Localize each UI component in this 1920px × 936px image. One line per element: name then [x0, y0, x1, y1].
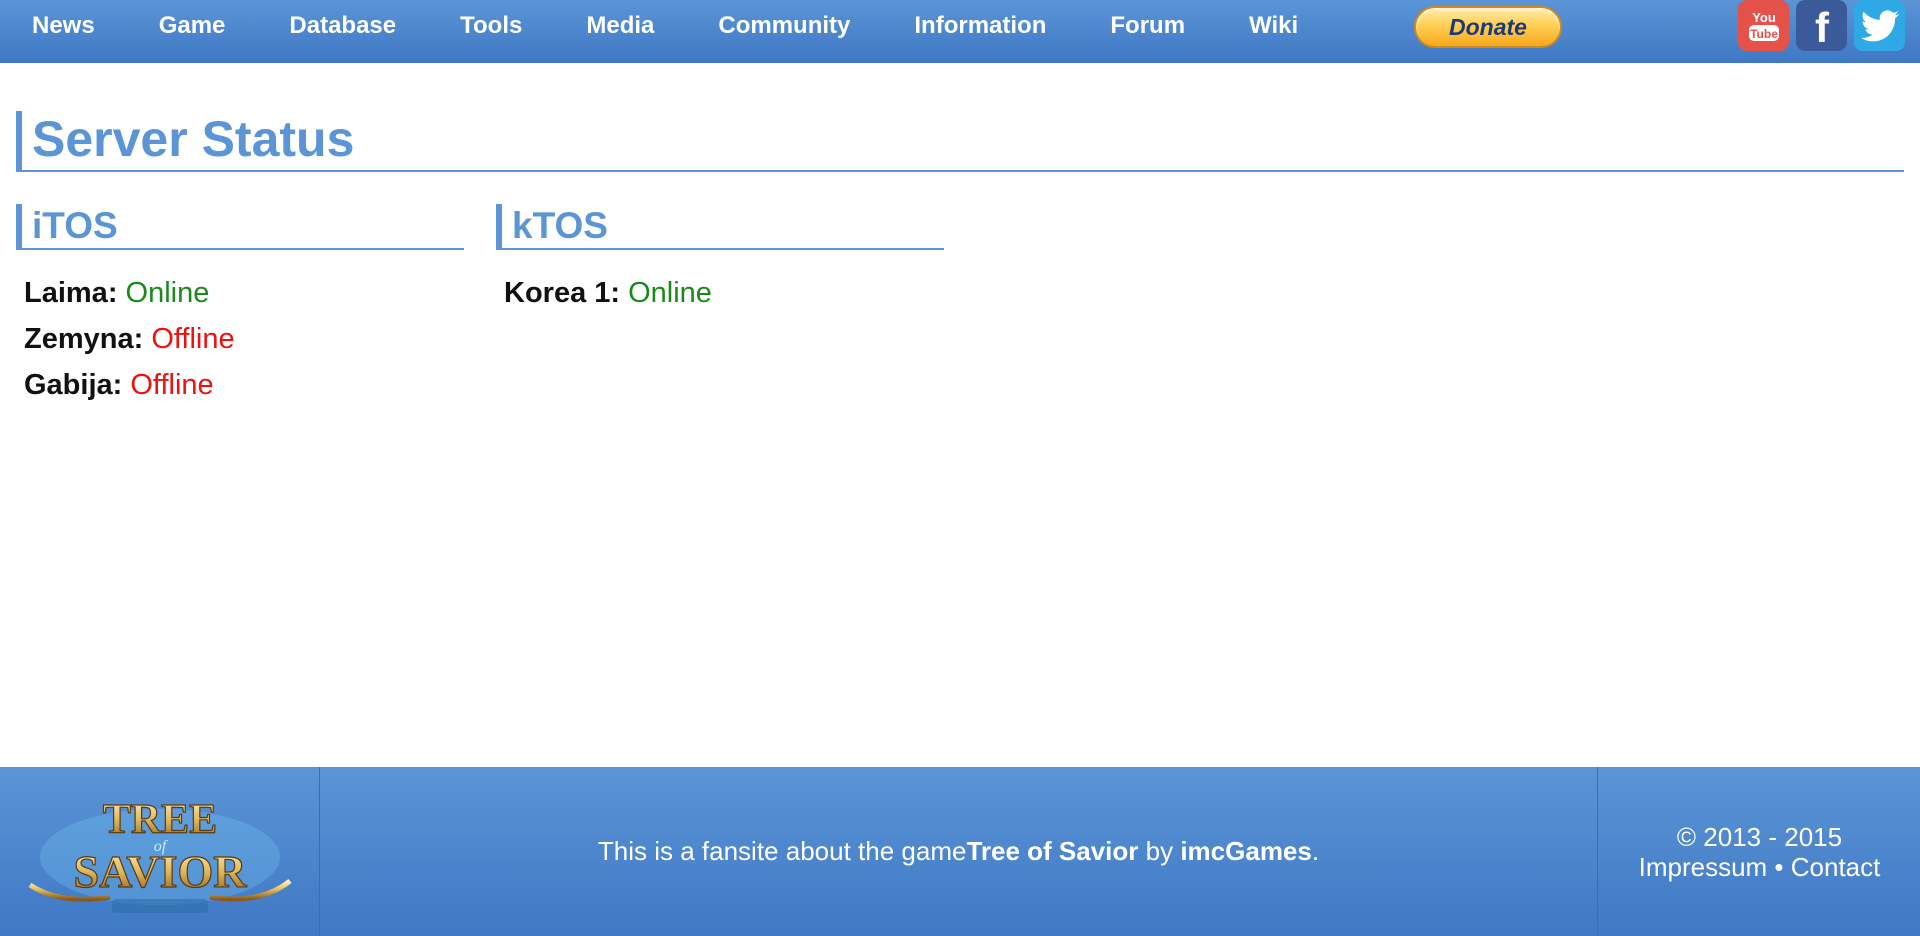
footer-description: This is a fansite about the game Tree of…: [320, 767, 1598, 936]
footer-text-suffix: .: [1311, 836, 1320, 866]
nav-item-database[interactable]: Database: [257, 0, 428, 52]
server-status-online: Online: [125, 277, 210, 309]
impressum-link[interactable]: Impressum: [1639, 852, 1768, 882]
server-name: Gabija:: [24, 369, 123, 401]
facebook-icon-glyph: f: [1815, 4, 1830, 48]
footer-logo-cell: TREE of SAVIOR: [0, 767, 320, 936]
logo-text-tree: TREE: [103, 797, 217, 843]
youtube-icon-text-top: You: [1752, 10, 1776, 25]
server-name: Laima:: [24, 277, 118, 309]
region-itos: iTOS Laima: Online Zemyna: Offline Gabij…: [16, 204, 464, 408]
footer: TREE of SAVIOR This is a fansite about t…: [0, 767, 1920, 936]
youtube-link[interactable]: You Tube: [1738, 0, 1789, 51]
nav-item-tools[interactable]: Tools: [428, 0, 554, 52]
nav-item-information[interactable]: Information: [882, 0, 1078, 52]
tree-of-savior-logo[interactable]: TREE of SAVIOR: [20, 785, 300, 921]
footer-meta: © 2013 - 2015 Impressum • Contact: [1599, 767, 1920, 936]
imcgames-link[interactable]: imcGames: [1180, 836, 1312, 867]
contact-link[interactable]: Contact: [1791, 852, 1881, 882]
copyright-text: © 2013 - 2015: [1676, 821, 1843, 852]
nav-item-media[interactable]: Media: [554, 0, 686, 52]
region-title-ktos: kTOS: [496, 204, 944, 250]
facebook-icon: f: [1815, 4, 1830, 48]
region-ktos: kTOS Korea 1: Online: [496, 204, 944, 316]
donate-label: Donate: [1449, 13, 1527, 40]
footer-link-separator: •: [1767, 851, 1791, 882]
footer-text-by: by: [1138, 836, 1181, 866]
twitter-link[interactable]: [1854, 0, 1905, 51]
page-title: Server Status: [16, 111, 1904, 172]
footer-game-name: Tree of Savior: [966, 836, 1139, 866]
region-title-itos: iTOS: [16, 204, 464, 250]
nav-item-community[interactable]: Community: [686, 0, 882, 52]
facebook-link[interactable]: f: [1796, 0, 1847, 51]
server-name: Korea 1:: [504, 277, 621, 309]
nav-item-news[interactable]: News: [0, 0, 127, 52]
footer-text-prefix: This is a fansite about the game: [597, 836, 967, 866]
server-row: Gabija: Offline: [24, 362, 464, 408]
nav-item-wiki[interactable]: Wiki: [1217, 0, 1330, 52]
nav-item-game[interactable]: Game: [127, 0, 258, 52]
youtube-icon: You Tube: [1748, 10, 1779, 41]
server-row: Zemyna: Offline: [24, 316, 464, 362]
top-navigation-bar: News Game Database Tools Media Community…: [0, 0, 1920, 63]
nav-item-forum[interactable]: Forum: [1078, 0, 1217, 52]
server-row: Laima: Online: [24, 270, 464, 316]
server-status-offline: Offline: [130, 369, 214, 401]
server-list-itos: Laima: Online Zemyna: Offline Gabija: Of…: [16, 270, 464, 408]
main-nav: News Game Database Tools Media Community…: [0, 0, 1330, 52]
donate-button[interactable]: Donate: [1414, 6, 1562, 48]
footer-company: imcGames: [1180, 836, 1312, 866]
server-name: Zemyna:: [24, 323, 144, 355]
server-row: Korea 1: Online: [504, 270, 944, 316]
server-status-online: Online: [628, 277, 712, 309]
server-list-ktos: Korea 1: Online: [496, 270, 944, 316]
footer-links: Impressum • Contact: [1639, 852, 1881, 882]
twitter-icon: [1860, 9, 1899, 41]
logo-text-savior: SAVIOR: [74, 846, 248, 897]
server-status-offline: Offline: [151, 323, 235, 355]
youtube-icon-text-bottom: Tube: [1750, 27, 1778, 41]
